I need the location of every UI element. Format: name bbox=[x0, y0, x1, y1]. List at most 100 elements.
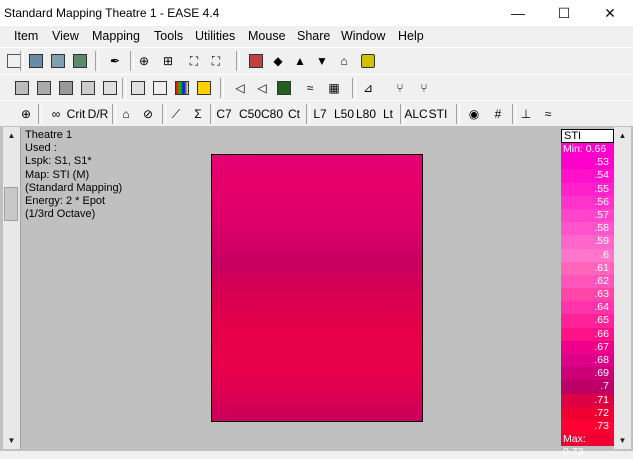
menu-window[interactable]: Window bbox=[341, 29, 385, 43]
scroll-down-icon[interactable]: ▼ bbox=[614, 432, 631, 449]
speaker-mute-icon[interactable]: ◁ bbox=[252, 78, 272, 98]
l80-button[interactable]: L80 bbox=[354, 104, 378, 124]
toolbar-separator bbox=[352, 78, 356, 98]
edit-map-icon[interactable] bbox=[194, 78, 214, 98]
seat-group-icon[interactable]: ⑂ bbox=[414, 78, 434, 98]
sti-color-map[interactable] bbox=[211, 154, 423, 422]
left-scrollbar[interactable]: ▲ ▼ bbox=[3, 127, 21, 449]
map-info: Theatre 1 Used : Lspk: S1, S1* Map: STI … bbox=[25, 129, 122, 221]
arrow-down-icon[interactable]: ▼ bbox=[312, 51, 332, 71]
menu-item[interactable]: Item bbox=[14, 29, 38, 43]
target-icon[interactable]: ⊞ bbox=[158, 51, 178, 71]
dr-button[interactable]: D/R bbox=[88, 104, 109, 124]
stand-icon[interactable]: ⊥ bbox=[516, 104, 536, 124]
legend-min: Min: 0.66 bbox=[561, 143, 614, 157]
scroll-thumb[interactable] bbox=[4, 187, 18, 221]
record-icon[interactable]: ◉ bbox=[464, 104, 484, 124]
alc-button[interactable]: ALC bbox=[404, 104, 428, 124]
sum-button[interactable]: Σ bbox=[188, 104, 208, 124]
toolbar-separator bbox=[220, 78, 224, 98]
menu-mapping[interactable]: Mapping bbox=[92, 29, 140, 43]
info-map-type: Map: STI (M) bbox=[25, 168, 90, 181]
crosshair-icon[interactable]: ⊕ bbox=[134, 51, 154, 71]
view-split-icon[interactable] bbox=[34, 78, 54, 98]
wave-icon[interactable]: ≈ bbox=[300, 78, 320, 98]
grid-icon[interactable]: # bbox=[488, 104, 508, 124]
house-icon[interactable]: ⌂ bbox=[116, 104, 136, 124]
menu-tools[interactable]: Tools bbox=[154, 29, 183, 43]
line-icon[interactable]: ⟋ bbox=[166, 104, 186, 124]
view-stack-icon[interactable] bbox=[100, 78, 120, 98]
info-loudspeakers: Lspk: S1, S1* bbox=[25, 155, 92, 168]
scroll-up-icon[interactable]: ▲ bbox=[3, 127, 20, 144]
zoom-extents-icon[interactable]: ⛶ bbox=[184, 51, 204, 71]
legend-entry: .61 bbox=[561, 261, 614, 275]
maximize-button[interactable]: ☐ bbox=[541, 0, 587, 26]
ct-button[interactable]: Ct bbox=[284, 104, 304, 124]
seat-icon[interactable]: ⑂ bbox=[390, 78, 410, 98]
wave-cursor-icon[interactable]: ≈ bbox=[538, 104, 558, 124]
toolbar-separator bbox=[456, 104, 460, 124]
legend-entry: .71 bbox=[561, 393, 614, 407]
link-icon[interactable]: ∞ bbox=[46, 104, 66, 124]
menu-view[interactable]: View bbox=[52, 29, 79, 43]
c50-button[interactable]: C50 bbox=[238, 104, 262, 124]
info-used: Used : bbox=[25, 142, 57, 155]
toolbar-row-1: ✒ ⊕ ⊞ ⛶ ⛶ ◆ ▲ ▼ ⌂ bbox=[0, 47, 633, 75]
menu-mouse[interactable]: Mouse bbox=[248, 29, 286, 43]
c80-button[interactable]: C80 bbox=[260, 104, 284, 124]
view-box-icon[interactable] bbox=[78, 78, 98, 98]
arrow-left-icon[interactable]: ◆ bbox=[268, 51, 288, 71]
print-icon[interactable] bbox=[48, 51, 68, 71]
legend-entry: .54 bbox=[561, 169, 614, 183]
audience-icon[interactable]: ⊿ bbox=[358, 78, 378, 98]
legend-entry: .7 bbox=[561, 380, 614, 394]
lt-button[interactable]: Lt bbox=[378, 104, 398, 124]
scroll-down-icon[interactable]: ▼ bbox=[3, 432, 20, 449]
title-bar: Standard Mapping Theatre 1 - EASE 4.4 — … bbox=[0, 0, 633, 26]
info-room-name: Theatre 1 bbox=[25, 129, 73, 141]
surface-icon[interactable] bbox=[274, 78, 294, 98]
toolbar-separator bbox=[20, 51, 24, 71]
legend-entry: .67 bbox=[561, 340, 614, 354]
c7-button[interactable]: C7 bbox=[214, 104, 234, 124]
room-3d-icon[interactable] bbox=[128, 78, 148, 98]
mesh-icon[interactable]: ▦ bbox=[324, 78, 344, 98]
sti-button[interactable]: STI bbox=[426, 104, 450, 124]
right-scrollbar[interactable]: ▲ ▼ bbox=[614, 127, 631, 449]
pen-icon[interactable]: ✒ bbox=[105, 51, 125, 71]
view-grid-icon[interactable] bbox=[12, 78, 32, 98]
toolbar-row-2: ◁ ◁ ≈ ▦ ⊿ ⑂ ⑂ bbox=[0, 74, 633, 102]
no-entry-icon[interactable]: ⊘ bbox=[138, 104, 158, 124]
l7-button[interactable]: L7 bbox=[310, 104, 330, 124]
scroll-up-icon[interactable]: ▲ bbox=[614, 127, 631, 144]
view-quad-icon[interactable] bbox=[56, 78, 76, 98]
export-icon[interactable] bbox=[70, 51, 90, 71]
legend-entry: .62 bbox=[561, 274, 614, 289]
legend-entry: .64 bbox=[561, 301, 614, 315]
legend-entry: .53 bbox=[561, 156, 614, 170]
close-button[interactable]: ✕ bbox=[587, 0, 633, 26]
legend-entry: .66 bbox=[561, 327, 614, 341]
ease-logo-icon[interactable] bbox=[358, 51, 378, 71]
color-map-icon[interactable] bbox=[172, 78, 192, 98]
l50-button[interactable]: L50 bbox=[332, 104, 356, 124]
info-energy: Energy: 2 * Epot bbox=[25, 195, 106, 208]
save-icon[interactable] bbox=[26, 51, 46, 71]
info-bandwidth: (1/3rd Octave) bbox=[25, 208, 96, 221]
room-wire-icon[interactable] bbox=[150, 78, 170, 98]
crit-button[interactable]: Crit bbox=[66, 104, 86, 124]
zoom-window-icon[interactable]: ⛶ bbox=[206, 51, 226, 71]
legend-entry: .55 bbox=[561, 182, 614, 196]
arrow-up-icon[interactable]: ▲ bbox=[290, 51, 310, 71]
home-icon[interactable]: ⌂ bbox=[334, 51, 354, 71]
menu-help[interactable]: Help bbox=[398, 29, 424, 43]
menu-utilities[interactable]: Utilities bbox=[195, 29, 235, 43]
legend-entry: .72 bbox=[561, 406, 614, 420]
render-icon[interactable] bbox=[246, 51, 266, 71]
speaker-icon[interactable]: ◁ bbox=[230, 78, 250, 98]
minimize-button[interactable]: — bbox=[495, 0, 541, 26]
position-icon[interactable]: ⊕ bbox=[16, 104, 36, 124]
sti-legend: STI Min: 0.66 .53.54.55.56.57.58.59.6.61… bbox=[561, 129, 614, 458]
menu-share[interactable]: Share bbox=[297, 29, 330, 43]
